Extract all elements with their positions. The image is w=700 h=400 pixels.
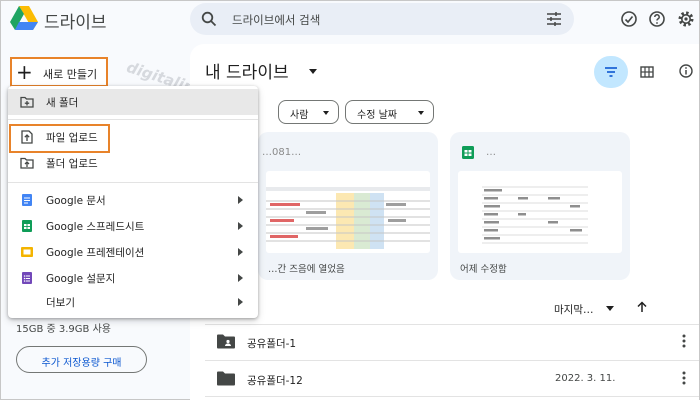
suggested-file-card[interactable]: …081… …간 즈음에 열었음 <box>258 132 438 280</box>
chip-label: 사람 <box>290 110 309 121</box>
search-bar[interactable]: 드라이브에서 검색 <box>190 3 574 35</box>
menu-divider <box>8 119 258 120</box>
submenu-arrow-icon <box>238 298 243 306</box>
menu-item-folder-upload[interactable]: 폴더 업로드 <box>8 150 258 176</box>
file-row[interactable]: 공유폴더-1 <box>205 325 699 359</box>
shared-folder-icon <box>217 334 235 349</box>
folder-icon <box>217 371 235 386</box>
modified-date-filter-chip[interactable]: 수정 날짜 <box>345 100 434 124</box>
main-panel: 내 드라이브 사람 수정 날짜 …081… …간 즈음에 열었음 … 어제 수정… <box>190 44 699 400</box>
sort-dropdown[interactable]: 마지막… <box>554 302 593 317</box>
new-button[interactable]: + 새로 만들기 <box>10 57 108 87</box>
menu-item-label: Google 설문지 <box>46 273 116 285</box>
help-icon[interactable] <box>648 10 666 28</box>
google-slides-icon <box>21 247 33 257</box>
menu-item-label: 새 폴더 <box>46 97 79 109</box>
chevron-down-icon[interactable] <box>606 306 614 311</box>
chevron-down-icon <box>418 111 424 115</box>
app-title: 드라이브 <box>44 13 107 33</box>
row-divider <box>205 360 699 361</box>
drive-logo-icon[interactable] <box>10 5 38 31</box>
folder-upload-icon <box>20 157 34 169</box>
filter-toggle-button[interactable] <box>594 56 628 88</box>
google-sheets-icon <box>462 146 474 159</box>
file-thumbnail <box>458 171 622 253</box>
google-docs-icon <box>22 194 32 206</box>
menu-item-label: Google 문서 <box>46 195 106 207</box>
search-input[interactable]: 드라이브에서 검색 <box>232 12 320 28</box>
menu-item-label: 폴더 업로드 <box>46 158 98 170</box>
file-date: 2022. 3. 11. <box>555 373 616 384</box>
buy-storage-button[interactable]: 추가 저장용량 구매 <box>16 346 147 373</box>
submenu-arrow-icon <box>238 196 243 204</box>
menu-item-google-forms[interactable]: Google 설문지 <box>8 265 258 291</box>
card-footer: …간 즈음에 열었음 <box>268 264 345 275</box>
file-row[interactable]: 공유폴더-12 2022. 3. 11. <box>205 362 699 396</box>
menu-item-google-slides[interactable]: Google 프레젠테이션 <box>8 239 258 265</box>
settings-gear-icon[interactable] <box>677 10 695 28</box>
menu-item-label: 더보기 <box>46 297 75 309</box>
card-title: …081… <box>262 147 302 158</box>
menu-item-google-sheets[interactable]: Google 스프레드시트 <box>8 213 258 239</box>
more-options-icon[interactable] <box>681 370 687 386</box>
menu-divider <box>8 182 258 183</box>
search-icon[interactable] <box>201 11 217 27</box>
people-filter-chip[interactable]: 사람 <box>278 100 339 124</box>
chevron-down-icon <box>323 111 329 115</box>
new-menu: 새 폴더 파일 업로드 폴더 업로드 Google 문서 Google 스프레드… <box>8 86 258 318</box>
storage-usage-text: 15GB 중 3.9GB 사용 <box>16 324 111 335</box>
page-title[interactable]: 내 드라이브 <box>205 58 289 83</box>
submenu-arrow-icon <box>238 248 243 256</box>
card-title: … <box>486 147 496 158</box>
file-name: 공유폴더-12 <box>247 375 303 387</box>
google-forms-icon <box>22 272 32 284</box>
new-folder-icon <box>20 96 34 108</box>
title-dropdown-icon[interactable] <box>309 69 317 74</box>
filter-icon <box>605 67 617 77</box>
more-options-icon[interactable] <box>681 333 687 349</box>
chip-label: 수정 날짜 <box>357 110 397 121</box>
sort-direction-arrow-icon[interactable] <box>636 301 648 313</box>
info-icon[interactable] <box>679 64 693 78</box>
menu-item-google-docs[interactable]: Google 문서 <box>8 187 258 213</box>
offline-status-icon[interactable] <box>620 10 638 28</box>
plus-icon: + <box>16 60 33 84</box>
card-footer: 어제 수정함 <box>460 264 507 275</box>
row-divider <box>205 396 699 397</box>
suggested-file-card[interactable]: … 어제 수정함 <box>450 132 630 280</box>
menu-item-new-folder[interactable]: 새 폴더 <box>8 89 258 115</box>
submenu-arrow-icon <box>238 274 243 282</box>
new-button-label: 새로 만들기 <box>43 68 98 81</box>
file-thumbnail <box>266 171 430 253</box>
search-options-icon[interactable] <box>546 11 562 27</box>
menu-item-more[interactable]: 더보기 <box>8 289 258 315</box>
google-sheets-icon <box>22 220 32 232</box>
highlight-box-file-upload <box>9 124 110 153</box>
menu-item-label: Google 스프레드시트 <box>46 221 145 233</box>
menu-item-label: Google 프레젠테이션 <box>46 247 145 259</box>
submenu-arrow-icon <box>238 222 243 230</box>
grid-view-icon[interactable] <box>640 65 654 79</box>
file-name: 공유폴더-1 <box>247 338 297 350</box>
